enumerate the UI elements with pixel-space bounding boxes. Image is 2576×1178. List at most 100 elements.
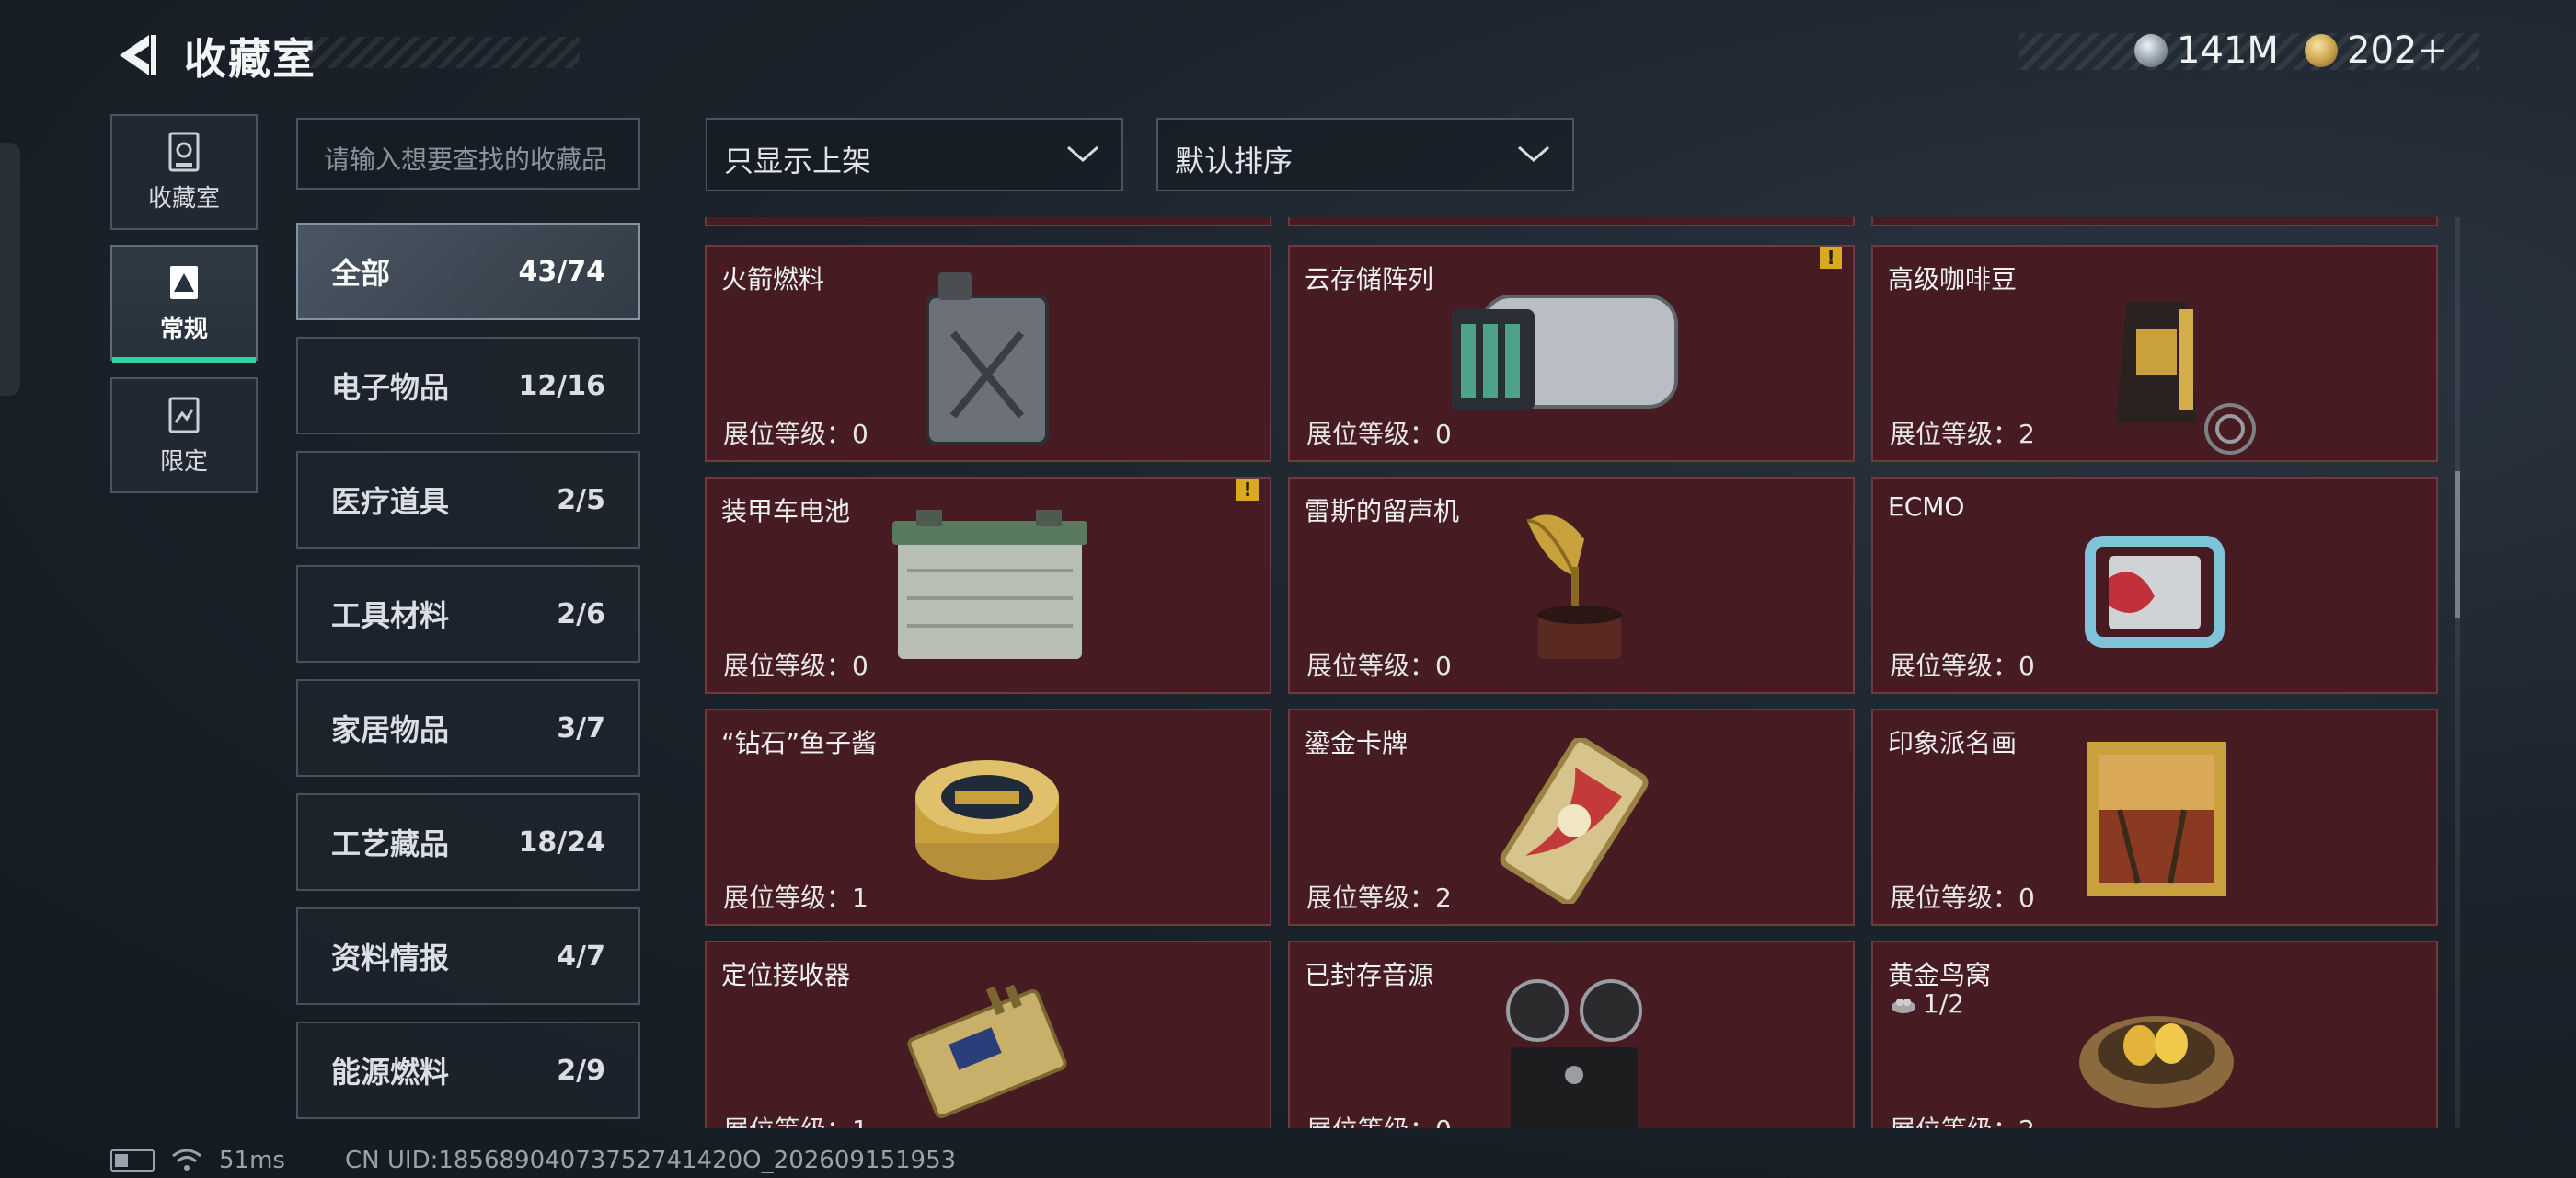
fuel-can-icon [926, 272, 1049, 445]
currency-gold-value: 202+ [2347, 29, 2448, 72]
shelf-filter-dropdown[interactable]: 只显示上架 [706, 118, 1123, 191]
nav-limited-label: 限定 [159, 447, 208, 476]
item-card-battery[interactable]: 装甲车电池 ! 展位等级：0 [705, 477, 1271, 694]
item-card-golden-nest[interactable]: 黄金鸟窝 1/2 展位等级：2 [1871, 941, 2438, 1128]
category-name: 家居物品 [331, 712, 450, 747]
side-handle[interactable] [0, 143, 20, 396]
category-medical[interactable]: 医疗道具 2/5 [296, 451, 640, 549]
item-card-cloud-storage[interactable]: 云存储阵列 ! 展位等级：0 [1288, 245, 1855, 462]
battery-icon [110, 1149, 155, 1172]
item-name: 雷斯的留声机 [1305, 496, 1460, 526]
nest-small-icon [1892, 998, 1915, 1013]
framed-painting-icon [2087, 742, 2226, 896]
nav-collection-room-label: 收藏室 [147, 184, 220, 213]
item-name: ECMO [1888, 491, 1965, 522]
category-count: 18/24 [518, 826, 605, 859]
scrollbar-thumb[interactable] [2455, 471, 2460, 618]
category-count: 2/5 [557, 483, 605, 516]
category-household[interactable]: 家居物品 3/7 [296, 679, 640, 777]
category-name: 能源燃料 [331, 1055, 450, 1090]
car-battery-icon [892, 510, 1087, 659]
category-all[interactable]: 全部 43/74 [296, 223, 640, 320]
reel-recorder-icon [1506, 979, 1642, 1128]
sort-value: 默认排序 [1175, 144, 1294, 179]
scrollbar-track[interactable] [2455, 217, 2460, 1128]
item-level: 展位等级：1 [723, 1110, 868, 1128]
item-card-sealed-audio[interactable]: 已封存音源 展位等级：0 [1288, 941, 1855, 1128]
category-name: 工艺藏品 [331, 826, 450, 861]
currency-silver: 141M [2134, 29, 2279, 72]
chevron-down-icon [1518, 145, 1549, 162]
gramophone-icon [1526, 514, 1622, 659]
item-card-painting[interactable]: 印象派名画 展位等级：0 [1871, 709, 2438, 926]
category-name: 医疗道具 [331, 484, 450, 519]
category-tools[interactable]: 工具材料 2/6 [296, 565, 640, 663]
currency-gold[interactable]: 202+ [2305, 29, 2448, 72]
shelf-filter-value: 只显示上架 [724, 144, 872, 179]
item-level: 展位等级：0 [723, 651, 868, 681]
partial-card [1871, 217, 2438, 226]
warning-badge: ! [1236, 479, 1259, 501]
item-level: 展位等级：2 [1890, 1110, 2035, 1128]
search-input[interactable]: 请输入想要查找的收藏品 [296, 118, 640, 190]
partial-card [705, 217, 1271, 226]
warning-badge: ! [1820, 247, 1842, 269]
item-card-caviar[interactable]: “钻石”鱼子酱 展位等级：1 [705, 709, 1271, 926]
storage-array-icon [1452, 294, 1678, 410]
item-name: 高级咖啡豆 [1888, 264, 2018, 294]
sort-dropdown[interactable]: 默认排序 [1156, 118, 1574, 191]
silver-coin-icon [2134, 34, 2168, 67]
collectibles-grid[interactable]: 火箭燃料 展位等级：0 云存储阵列 ! 展位等级：0 高级咖啡豆 展位等级：2 … [705, 217, 2444, 1128]
item-name: 鎏金卡牌 [1305, 728, 1409, 758]
back-button[interactable] [109, 28, 164, 83]
gilded-card-icon [1500, 738, 1649, 904]
item-name: 定位接收器 [721, 960, 851, 990]
locator-receiver-icon [907, 984, 1067, 1119]
item-card-gramophone[interactable]: 雷斯的留声机 展位等级：0 [1288, 477, 1855, 694]
item-level: 展位等级：0 [1306, 1110, 1452, 1128]
back-arrow-icon [120, 35, 156, 75]
item-name: 已封存音源 [1305, 960, 1434, 990]
item-level: 展位等级：0 [1306, 651, 1452, 681]
item-level: 展位等级：0 [723, 419, 868, 449]
category-count: 2/9 [557, 1054, 605, 1087]
category-count: 2/6 [557, 597, 605, 630]
circle-button-icon [2204, 403, 2256, 455]
category-name: 全部 [331, 256, 391, 291]
ping-text: 51ms [219, 1147, 285, 1174]
nav-collection-room[interactable]: 收藏室 [110, 114, 258, 230]
category-electronics[interactable]: 电子物品 12/16 [296, 337, 640, 434]
page-title: 收藏室 [184, 34, 316, 84]
nav-regular[interactable]: 常规 [110, 245, 258, 363]
status-bar: 51ms [110, 1147, 285, 1174]
category-name: 资料情报 [331, 941, 450, 976]
category-fuel[interactable]: 能源燃料 2/9 [296, 1022, 640, 1119]
title-decoration [304, 37, 580, 68]
limited-icon [168, 397, 200, 433]
item-card-coffee[interactable]: 高级咖啡豆 展位等级：2 [1871, 245, 2438, 462]
partial-card [1288, 217, 1855, 226]
caviar-tin-icon [915, 760, 1059, 880]
item-level: 展位等级：2 [1890, 419, 2035, 449]
category-count: 3/7 [557, 711, 605, 745]
item-card-gilded-card[interactable]: 鎏金卡牌 展位等级：2 [1288, 709, 1855, 926]
item-name: “钻石”鱼子酱 [721, 728, 878, 758]
item-card-ecmo[interactable]: ECMO 展位等级：0 [1871, 477, 2438, 694]
item-card-rocket-fuel[interactable]: 火箭燃料 展位等级：0 [705, 245, 1271, 462]
category-count: 43/74 [518, 255, 605, 288]
item-name: 云存储阵列 [1305, 264, 1434, 294]
item-level: 展位等级：0 [1890, 651, 2035, 681]
nav-limited[interactable]: 限定 [110, 377, 258, 493]
ecmo-machine-icon [2085, 536, 2225, 648]
category-crafts[interactable]: 工艺藏品 18/24 [296, 793, 640, 891]
item-level: 展位等级：0 [1306, 419, 1452, 449]
uid-text: CN UID:18568904073752741420O_20260915195… [345, 1147, 957, 1174]
category-name: 电子物品 [331, 370, 450, 405]
item-level: 展位等级：1 [723, 883, 868, 913]
item-progress-value: 1/2 [1923, 988, 1965, 1019]
category-intel[interactable]: 资料情报 4/7 [296, 907, 640, 1005]
wifi-icon [172, 1149, 201, 1171]
item-level: 展位等级：2 [1306, 883, 1452, 913]
gold-coin-icon [2305, 34, 2338, 67]
item-card-locator[interactable]: 定位接收器 展位等级：1 [705, 941, 1271, 1128]
